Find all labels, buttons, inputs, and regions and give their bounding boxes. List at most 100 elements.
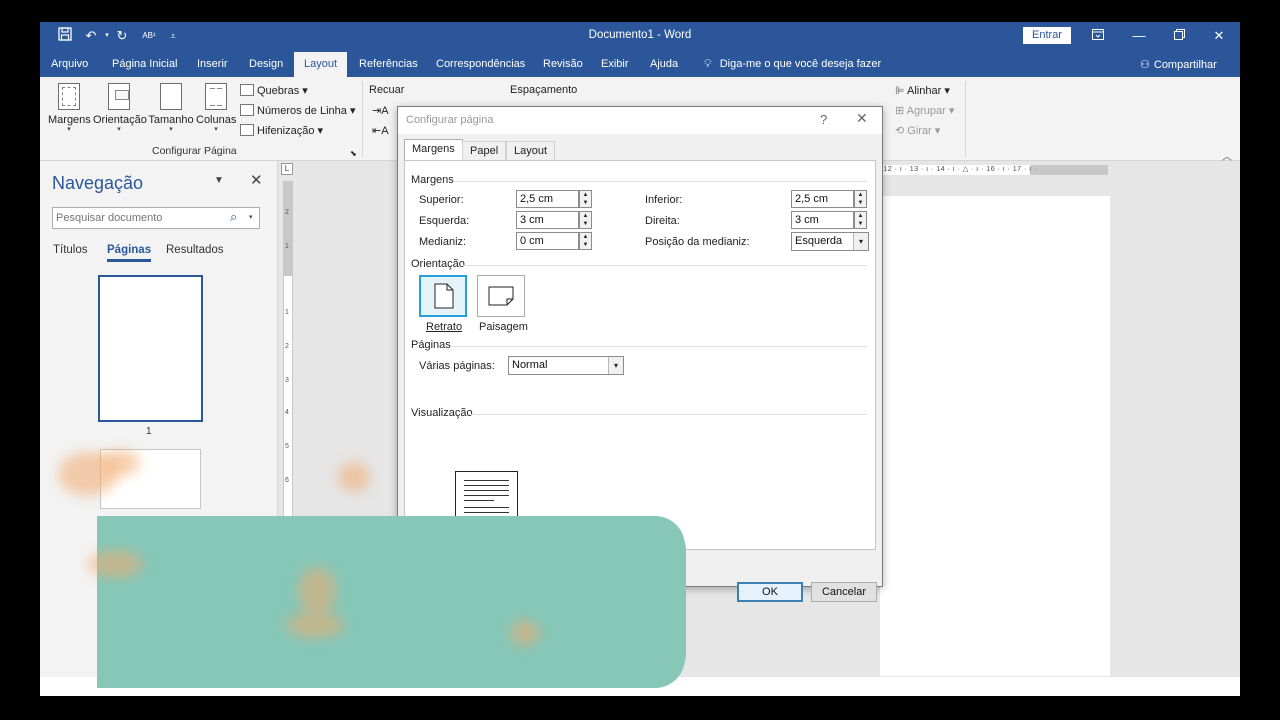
right-margin-stepper[interactable]: ▲ ▼: [854, 211, 867, 229]
title-bar: ↶ ▾ ↻ AB¹ ⩡ Documento1 - Word Entrar — ✕: [40, 22, 1240, 50]
indent-label: Recuar: [369, 84, 405, 96]
landscape-icon: [488, 286, 514, 306]
tab-selector-icon[interactable]: L: [281, 163, 293, 175]
page-thumbnail[interactable]: [98, 275, 203, 422]
indent-right-icon: ⇤A: [372, 125, 389, 137]
minimize-icon[interactable]: —: [1128, 26, 1150, 46]
overlay-blob: [298, 567, 336, 615]
ribbon-separator: [362, 81, 363, 157]
nav-title: Navegação: [52, 173, 144, 193]
help-icon[interactable]: ?: [820, 112, 827, 127]
tab-referencias[interactable]: Referências: [359, 58, 418, 70]
page-thumbnail-number: 1: [146, 426, 152, 437]
group-button[interactable]: ⊞ Agrupar ▾: [895, 104, 954, 117]
dialog-tab-papel[interactable]: Papel: [462, 141, 507, 160]
close-icon[interactable]: ✕: [1208, 26, 1230, 46]
ribbon-tabs: Arquivo Página Inicial Inserir Design La…: [40, 50, 1240, 77]
left-margin-stepper[interactable]: ▲ ▼: [579, 211, 592, 229]
page-setup-dialog: Configurar página ? ✕ Margens Papel Layo…: [397, 106, 883, 602]
margins-section-title: Margens: [411, 174, 454, 186]
nav-tab-paginas[interactable]: Páginas: [107, 244, 152, 262]
page-setup-launcher-icon[interactable]: ⬊: [350, 149, 357, 158]
nav-tab-titulos[interactable]: Títulos: [53, 244, 88, 256]
rotate-button[interactable]: ⟲ Girar ▾: [895, 124, 940, 137]
section-divider: [453, 181, 867, 182]
ruler-tick: 5: [285, 443, 289, 450]
ruler-tick: 6: [285, 477, 289, 484]
gutter-label: Medianiz:: [419, 236, 467, 248]
left-margin-input[interactable]: [516, 211, 579, 229]
horizontal-ruler-ticks: · 12 · ı · 13 · ı · 14 · ı · △ · ı · 16 …: [878, 164, 1037, 173]
tab-ajuda[interactable]: Ajuda: [650, 58, 678, 70]
nav-tab-resultados[interactable]: Resultados: [166, 244, 224, 256]
nav-options-icon[interactable]: ▼: [214, 175, 224, 186]
top-margin-stepper[interactable]: ▲ ▼: [579, 190, 592, 208]
ok-button[interactable]: OK: [737, 582, 803, 602]
search-dropdown-icon[interactable]: ▾: [249, 213, 253, 221]
overlay-blob: [88, 550, 143, 578]
gutter-input[interactable]: [516, 232, 579, 250]
top-margin-input[interactable]: [516, 190, 579, 208]
size-label: Tamanho: [148, 114, 194, 126]
nav-close-icon[interactable]: ✕: [250, 171, 263, 189]
align-button[interactable]: ⊫ Alinhar ▾: [895, 84, 950, 97]
dialog-tab-margens[interactable]: Margens: [404, 139, 463, 161]
tab-revisao[interactable]: Revisão: [543, 58, 583, 70]
dialog-close-icon[interactable]: ✕: [856, 110, 868, 127]
breaks-button[interactable]: Quebras ▾: [240, 84, 308, 97]
landscape-button[interactable]: [477, 275, 525, 317]
gutter-position-value: Esquerda: [795, 235, 843, 247]
orientation-section-title: Orientação: [411, 258, 465, 270]
size-button[interactable]: Tamanho ▾: [148, 83, 194, 134]
hyphenation-icon: [240, 124, 254, 136]
tab-arquivo[interactable]: Arquivo: [51, 58, 88, 70]
bottom-margin-stepper[interactable]: ▲ ▼: [854, 190, 867, 208]
right-margin-input[interactable]: [791, 211, 854, 229]
left-margin-label: Esquerda:: [419, 215, 470, 227]
ruler-tick: 1: [285, 243, 289, 250]
chevron-down-icon: ▾: [608, 357, 623, 374]
gutter-position-label: Posição da medianiz:: [645, 236, 750, 248]
right-margin-label: Direita:: [645, 215, 680, 227]
preview-section-title: Visualização: [411, 407, 473, 419]
line-numbers-button[interactable]: Números de Linha ▾: [240, 104, 355, 117]
tell-me-box[interactable]: 💡︎ Diga-me o que você deseja fazer: [704, 58, 881, 71]
ruler-tick: 1: [285, 309, 289, 316]
share-button[interactable]: ⚇ Compartilhar: [1140, 58, 1217, 71]
multiple-pages-select[interactable]: Normal ▾: [508, 356, 624, 375]
gutter-stepper[interactable]: ▲ ▼: [579, 232, 592, 250]
tab-layout[interactable]: Layout: [294, 52, 348, 77]
landscape-label: Paisagem: [479, 321, 528, 333]
portrait-button[interactable]: [419, 275, 467, 317]
group-icon: ⊞: [895, 105, 907, 117]
tab-correspondencias[interactable]: Correspondências: [436, 58, 525, 70]
dialog-tab-layout[interactable]: Layout: [506, 141, 556, 160]
tab-exibir[interactable]: Exibir: [601, 58, 629, 70]
orientation-button[interactable]: Orientação ▾: [93, 83, 147, 134]
orientation-label: Orientação: [93, 114, 147, 126]
signin-button[interactable]: Entrar: [1023, 27, 1071, 44]
portrait-icon: [434, 283, 454, 309]
align-label: Alinhar: [907, 85, 942, 97]
nav-search-input[interactable]: [52, 207, 260, 229]
columns-label: Colunas: [196, 114, 237, 126]
breaks-icon: [240, 84, 254, 96]
top-margin-label: Superior:: [419, 194, 464, 206]
rotate-label: Girar: [907, 125, 932, 137]
search-icon[interactable]: ⌕: [230, 209, 237, 225]
columns-button[interactable]: Colunas ▾: [196, 83, 236, 134]
margins-button[interactable]: Margens ▾: [48, 83, 91, 134]
bottom-margin-input[interactable]: [791, 190, 854, 208]
indent-left-icon: ⇥A: [372, 105, 389, 117]
tab-design[interactable]: Design: [249, 58, 283, 70]
cancel-button[interactable]: Cancelar: [811, 582, 877, 602]
restore-icon[interactable]: [1168, 26, 1190, 46]
gutter-position-select[interactable]: Esquerda ▾: [791, 232, 869, 251]
tab-pagina-inicial[interactable]: Página Inicial: [112, 58, 177, 70]
hyphenation-button[interactable]: Hifenização ▾: [240, 124, 323, 137]
ribbon-display-icon[interactable]: [1087, 26, 1109, 46]
overlay-blob: [338, 462, 370, 492]
tab-inserir[interactable]: Inserir: [197, 58, 228, 70]
document-page[interactable]: [880, 196, 1110, 676]
word-window: ↶ ▾ ↻ AB¹ ⩡ Documento1 - Word Entrar — ✕…: [40, 22, 1240, 696]
